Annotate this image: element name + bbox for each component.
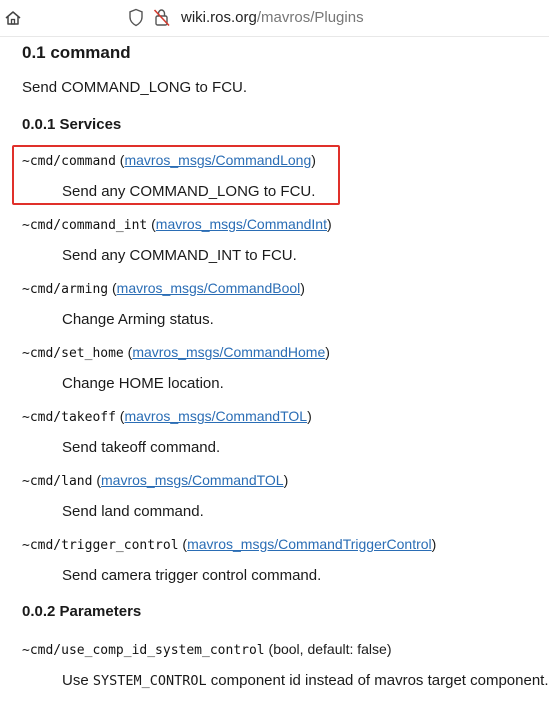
url-path: /mavros/Plugins xyxy=(256,9,364,26)
service-description: Send takeoff command. xyxy=(62,439,221,456)
service-name: ~cmd/trigger_control xyxy=(22,538,179,553)
service-term: ~cmd/takeoff (mavros_msgs/CommandTOL) xyxy=(22,408,312,425)
service-term: ~cmd/command_int (mavros_msgs/CommandInt… xyxy=(22,216,332,233)
service-type-link[interactable]: mavros_msgs/CommandTOL xyxy=(124,408,307,424)
shield-icon[interactable] xyxy=(128,8,144,27)
service-name: ~cmd/command_int xyxy=(22,218,148,233)
service-type-link[interactable]: mavros_msgs/CommandInt xyxy=(156,216,327,232)
parameter-meta: (bool, default: false) xyxy=(268,641,392,657)
service-name: ~cmd/land xyxy=(22,474,93,489)
service-description: Send camera trigger control command. xyxy=(62,567,322,584)
url-host: wiki.ros.org xyxy=(181,9,257,26)
service-description: Send any COMMAND_INT to FCU. xyxy=(62,247,297,264)
highlight-annotation-box xyxy=(12,145,340,205)
service-type-link[interactable]: mavros_msgs/CommandBool xyxy=(117,280,301,296)
service-term: ~cmd/land (mavros_msgs/CommandTOL) xyxy=(22,472,289,489)
service-term: ~cmd/set_home (mavros_msgs/CommandHome) xyxy=(22,344,330,361)
service-description: Change Arming status. xyxy=(62,311,214,328)
parameters-heading: 0.0.2 Parameters xyxy=(22,603,142,620)
service-term: ~cmd/arming (mavros_msgs/CommandBool) xyxy=(22,280,305,297)
service-type-link[interactable]: mavros_msgs/CommandTriggerControl xyxy=(187,536,432,552)
service-description: Change HOME location. xyxy=(62,375,224,392)
parameter-term: ~cmd/use_comp_id_system_control (bool, d… xyxy=(22,641,392,658)
url-field[interactable]: wiki.ros.org/mavros/Plugins xyxy=(181,9,364,26)
parameter-desc-code: SYSTEM_CONTROL xyxy=(92,673,207,689)
home-icon[interactable] xyxy=(4,9,22,27)
services-heading: 0.0.1 Services xyxy=(22,116,122,133)
insecure-lock-icon[interactable] xyxy=(153,8,171,27)
parameter-desc-prefix: Use xyxy=(62,672,93,689)
service-type-link[interactable]: mavros_msgs/CommandTOL xyxy=(101,472,284,488)
parameter-name: ~cmd/use_comp_id_system_control xyxy=(22,643,265,658)
service-name: ~cmd/arming xyxy=(22,282,109,297)
service-term: ~cmd/trigger_control (mavros_msgs/Comman… xyxy=(22,536,437,553)
service-type-link[interactable]: mavros_msgs/CommandHome xyxy=(132,344,325,360)
browser-address-bar: wiki.ros.org/mavros/Plugins xyxy=(0,0,549,37)
service-name: ~cmd/takeoff xyxy=(22,410,116,425)
parameter-desc-suffix: component id instead of mavros target co… xyxy=(206,672,549,689)
service-description: Send land command. xyxy=(62,503,204,520)
service-name: ~cmd/set_home xyxy=(22,346,124,361)
section-title: 0.1 command xyxy=(22,43,131,62)
parameter-description: Use SYSTEM_CONTROL component id instead … xyxy=(62,672,549,689)
section-description: Send COMMAND_LONG to FCU. xyxy=(22,79,248,96)
